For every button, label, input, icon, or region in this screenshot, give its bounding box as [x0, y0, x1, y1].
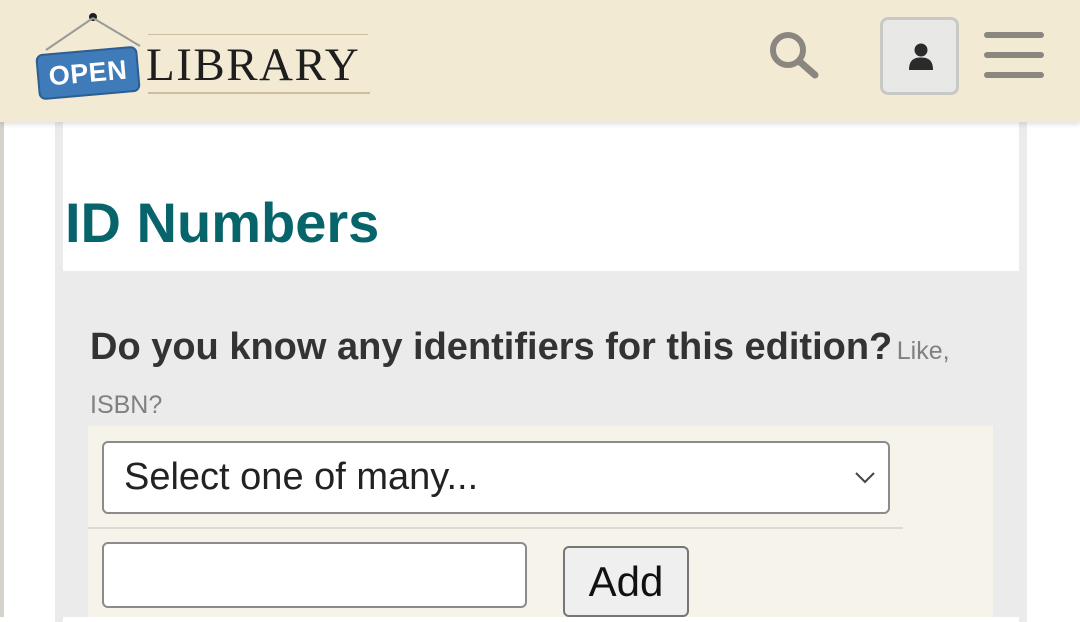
- hamburger-menu-icon[interactable]: [984, 30, 1044, 82]
- add-identifier-button[interactable]: Add: [563, 546, 689, 617]
- account-button[interactable]: [880, 17, 959, 95]
- search-icon: [770, 32, 819, 79]
- logo-open-text: OPEN: [35, 45, 141, 101]
- page-title: ID Numbers: [65, 191, 380, 254]
- question-text: Do you know any identifiers for this edi…: [90, 326, 893, 368]
- menu-bar: [984, 32, 1044, 38]
- select-value: Select one of many...: [124, 456, 479, 498]
- menu-bar: [984, 72, 1044, 78]
- identifier-value-input[interactable]: [102, 542, 527, 608]
- logo-rule-top: [148, 34, 368, 35]
- menu-bar: [984, 52, 1044, 58]
- identifier-type-select[interactable]: Select one of many...: [102, 441, 890, 514]
- identifiers-question: Do you know any identifiers for this edi…: [90, 322, 1000, 434]
- user-icon: [909, 43, 933, 70]
- search-button[interactable]: [766, 30, 822, 80]
- chevron-down-icon: [855, 472, 875, 484]
- open-library-logo[interactable]: OPEN LIBRARY: [35, 12, 376, 101]
- logo-library-text: LIBRARY: [146, 39, 361, 91]
- logo-rule-bottom: [148, 92, 370, 94]
- site-header: OPEN LIBRARY: [0, 0, 1080, 122]
- page-left-edge: [0, 122, 4, 617]
- form-divider: [88, 527, 903, 529]
